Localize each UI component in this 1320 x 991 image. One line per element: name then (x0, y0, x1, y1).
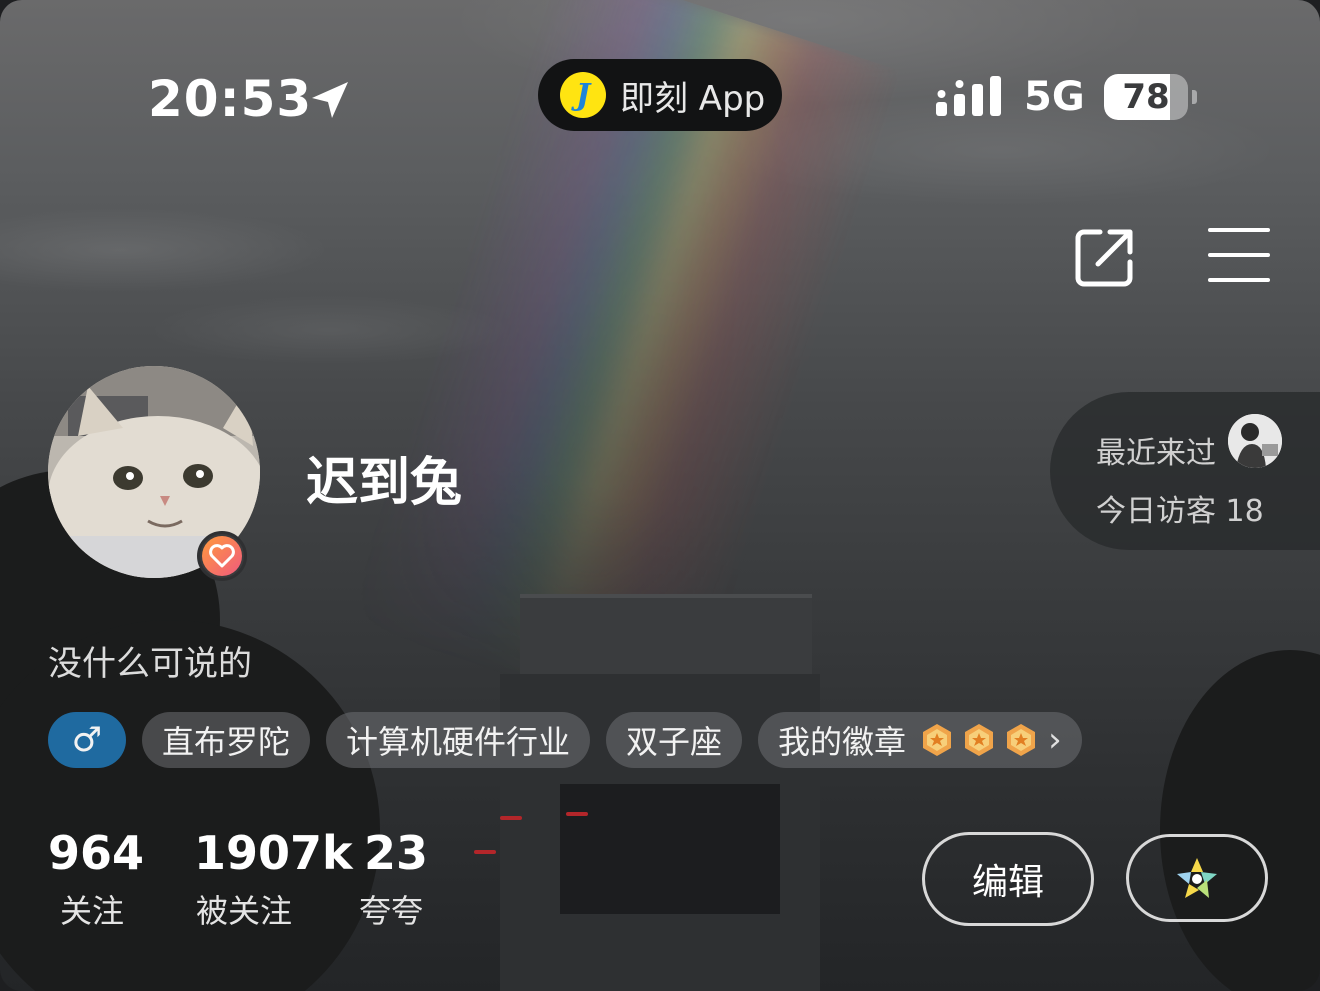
stat-followers[interactable]: 1907k 被关注 (194, 826, 353, 932)
recent-visitors-label: 最近来过 (1096, 436, 1216, 471)
visitor-avatar[interactable] (1228, 414, 1282, 468)
followers-label: 被关注 (196, 892, 293, 930)
network-type: 5G (1024, 74, 1085, 120)
badges-tag[interactable]: 我的徽章 › (758, 712, 1082, 768)
clock: 20:53 (148, 70, 313, 128)
bio: 没什么可说的 (48, 644, 252, 684)
battery-indicator: 78 (1104, 74, 1188, 120)
dynamic-island[interactable]: J 即刻 App (538, 59, 782, 131)
avatar-badge (197, 531, 247, 581)
chevron-right-icon: › (1048, 720, 1062, 760)
following-label: 关注 (60, 892, 125, 930)
praise-label: 夸夸 (359, 892, 424, 930)
following-count: 964 (48, 826, 145, 880)
edit-profile-button[interactable]: 编辑 (922, 832, 1094, 926)
medal-icon (1007, 724, 1036, 756)
battery-cap (1192, 90, 1197, 104)
stat-following[interactable]: 964 关注 (48, 826, 144, 932)
visitors-panel[interactable]: 最近来过 今日访客 18 (1050, 392, 1320, 550)
location-arrow-icon (312, 82, 348, 118)
today-visitors-count: 今日访客 18 (1096, 494, 1264, 529)
username: 迟到兔 (306, 453, 463, 513)
industry-tag[interactable]: 计算机硬件行业 (326, 712, 591, 768)
jike-logo-icon: J (560, 72, 606, 118)
heart-icon (209, 544, 235, 568)
menu-icon[interactable] (1208, 226, 1270, 284)
starburst-icon (1177, 858, 1217, 898)
followers-count: 1907k (194, 826, 353, 880)
gender-tag[interactable]: ♂ (48, 712, 126, 768)
cellular-signal-icon (936, 76, 1001, 116)
island-app-name: 即刻 App (620, 78, 766, 119)
badges-label: 我的徽章 (778, 723, 907, 761)
location-tag[interactable]: 直布罗陀 (142, 712, 311, 768)
profile-tags: ♂ 直布罗陀 计算机硬件行业 双子座 我的徽章 › (48, 712, 1082, 768)
share-icon[interactable] (1074, 226, 1136, 288)
status-bar: 20:53 J 即刻 App 5G 78 (0, 56, 1320, 136)
zodiac-tag[interactable]: 双子座 (606, 712, 743, 768)
building-silhouette (474, 594, 820, 991)
battery-level: 78 (1122, 77, 1170, 117)
stat-praise[interactable]: 23 夸夸 (359, 826, 429, 932)
starburst-button[interactable] (1126, 834, 1268, 922)
medal-icon (923, 724, 952, 756)
medal-icon (965, 724, 994, 756)
praise-count: 23 (364, 826, 429, 880)
male-icon: ♂ (71, 720, 103, 760)
profile-screen: 20:53 J 即刻 App 5G 78 迟到兔 最近来过 今日访客 18 没什… (0, 0, 1320, 991)
